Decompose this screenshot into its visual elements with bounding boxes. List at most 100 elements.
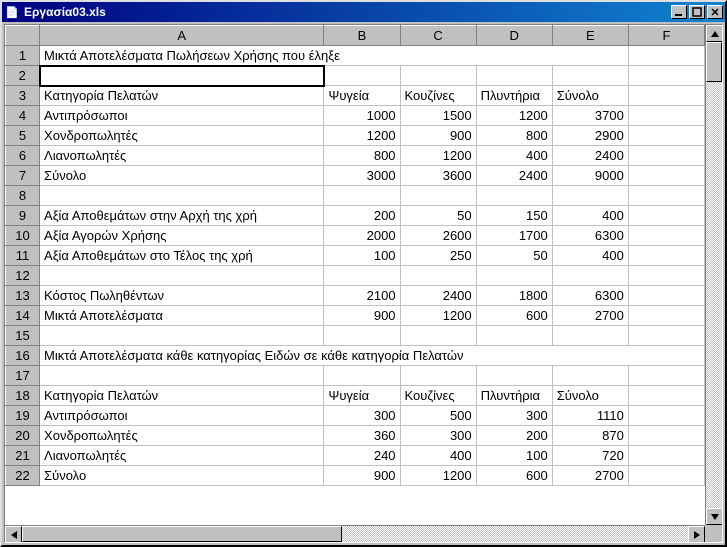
- cell-A7[interactable]: Σύνολο: [40, 166, 324, 186]
- cell-D2[interactable]: [476, 66, 552, 86]
- cell-A11[interactable]: Αξία Αποθεμάτων στο Τέλος της χρή: [40, 246, 324, 266]
- cell-D5[interactable]: 800: [476, 126, 552, 146]
- cell-C9[interactable]: 50: [400, 206, 476, 226]
- cell-C19[interactable]: 500: [400, 406, 476, 426]
- cell-B13[interactable]: 2100: [324, 286, 400, 306]
- cell-E20[interactable]: 870: [552, 426, 628, 446]
- scroll-v-thumb[interactable]: [706, 42, 722, 82]
- cell-A17[interactable]: [40, 366, 324, 386]
- row-header-18[interactable]: 18: [6, 386, 40, 406]
- cell-F14[interactable]: [628, 306, 704, 326]
- cell-B3[interactable]: Ψυγεία: [324, 86, 400, 106]
- cell-A18[interactable]: Κατηγορία Πελατών: [40, 386, 324, 406]
- cell-E19[interactable]: 1110: [552, 406, 628, 426]
- cell-A22[interactable]: Σύνολο: [40, 466, 324, 486]
- cell-B11[interactable]: 100: [324, 246, 400, 266]
- cell-A13[interactable]: Κόστος Πωληθέντων: [40, 286, 324, 306]
- minimize-button[interactable]: [671, 5, 687, 19]
- cell-D10[interactable]: 1700: [476, 226, 552, 246]
- cell-C10[interactable]: 2600: [400, 226, 476, 246]
- row-header-9[interactable]: 9: [6, 206, 40, 226]
- cell-B14[interactable]: 900: [324, 306, 400, 326]
- cell-C6[interactable]: 1200: [400, 146, 476, 166]
- col-header-A[interactable]: A: [40, 26, 324, 46]
- cell-C15[interactable]: [400, 326, 476, 346]
- cell-D6[interactable]: 400: [476, 146, 552, 166]
- cell-F6[interactable]: [628, 146, 704, 166]
- scroll-h-thumb[interactable]: [22, 526, 342, 542]
- cell-E13[interactable]: 6300: [552, 286, 628, 306]
- cell-E9[interactable]: 400: [552, 206, 628, 226]
- cell-C18[interactable]: Κουζίνες: [400, 386, 476, 406]
- row-header-5[interactable]: 5: [6, 126, 40, 146]
- horizontal-scrollbar[interactable]: [5, 525, 705, 542]
- vertical-scrollbar[interactable]: [705, 25, 722, 525]
- cell-F7[interactable]: [628, 166, 704, 186]
- cell-A1[interactable]: Μικτά Αποτελέσματα Πωλήσεων Χρήσης που έ…: [40, 46, 629, 66]
- cell-E2[interactable]: [552, 66, 628, 86]
- cell-E14[interactable]: 2700: [552, 306, 628, 326]
- row-header-13[interactable]: 13: [6, 286, 40, 306]
- cell-F12[interactable]: [628, 266, 704, 286]
- cell-D9[interactable]: 150: [476, 206, 552, 226]
- row-header-17[interactable]: 17: [6, 366, 40, 386]
- select-all-corner[interactable]: [6, 26, 40, 46]
- cell-B7[interactable]: 3000: [324, 166, 400, 186]
- cell-A5[interactable]: Χονδροπωλητές: [40, 126, 324, 146]
- scroll-v-track[interactable]: [706, 42, 722, 508]
- scroll-h-track[interactable]: [22, 526, 688, 542]
- cell-B9[interactable]: 200: [324, 206, 400, 226]
- row-header-3[interactable]: 3: [6, 86, 40, 106]
- cell-E3[interactable]: Σύνολο: [552, 86, 628, 106]
- scroll-down-button[interactable]: [706, 508, 723, 525]
- cell-F21[interactable]: [628, 446, 704, 466]
- cell-C4[interactable]: 1500: [400, 106, 476, 126]
- cell-C2[interactable]: [400, 66, 476, 86]
- cell-E10[interactable]: 6300: [552, 226, 628, 246]
- cell-C17[interactable]: [400, 366, 476, 386]
- row-header-1[interactable]: 1: [6, 46, 40, 66]
- cell-B21[interactable]: 240: [324, 446, 400, 466]
- cell-E12[interactable]: [552, 266, 628, 286]
- cell-E8[interactable]: [552, 186, 628, 206]
- col-header-D[interactable]: D: [476, 26, 552, 46]
- cell-A15[interactable]: [40, 326, 324, 346]
- cell-D19[interactable]: 300: [476, 406, 552, 426]
- cell-B10[interactable]: 2000: [324, 226, 400, 246]
- cell-B17[interactable]: [324, 366, 400, 386]
- cell-C3[interactable]: Κουζίνες: [400, 86, 476, 106]
- cell-B15[interactable]: [324, 326, 400, 346]
- cell-D20[interactable]: 200: [476, 426, 552, 446]
- cell-F1[interactable]: [628, 46, 704, 66]
- row-header-22[interactable]: 22: [6, 466, 40, 486]
- cell-F17[interactable]: [628, 366, 704, 386]
- row-header-19[interactable]: 19: [6, 406, 40, 426]
- cell-E18[interactable]: Σύνολο: [552, 386, 628, 406]
- row-header-21[interactable]: 21: [6, 446, 40, 466]
- cell-E21[interactable]: 720: [552, 446, 628, 466]
- scroll-up-button[interactable]: [706, 25, 723, 42]
- cell-D3[interactable]: Πλυντήρια: [476, 86, 552, 106]
- cell-E6[interactable]: 2400: [552, 146, 628, 166]
- cell-D18[interactable]: Πλυντήρια: [476, 386, 552, 406]
- cell-A9[interactable]: Αξία Αποθεμάτων στην Αρχή της χρή: [40, 206, 324, 226]
- cell-D14[interactable]: 600: [476, 306, 552, 326]
- cell-D8[interactable]: [476, 186, 552, 206]
- cell-D12[interactable]: [476, 266, 552, 286]
- cell-F13[interactable]: [628, 286, 704, 306]
- cell-D21[interactable]: 100: [476, 446, 552, 466]
- row-header-15[interactable]: 15: [6, 326, 40, 346]
- cell-F3[interactable]: [628, 86, 704, 106]
- cell-C21[interactable]: 400: [400, 446, 476, 466]
- row-header-11[interactable]: 11: [6, 246, 40, 266]
- cell-E4[interactable]: 3700: [552, 106, 628, 126]
- col-header-E[interactable]: E: [552, 26, 628, 46]
- row-header-20[interactable]: 20: [6, 426, 40, 446]
- row-header-8[interactable]: 8: [6, 186, 40, 206]
- cell-F10[interactable]: [628, 226, 704, 246]
- cell-D13[interactable]: 1800: [476, 286, 552, 306]
- cell-A12[interactable]: [40, 266, 324, 286]
- cell-F15[interactable]: [628, 326, 704, 346]
- cell-B6[interactable]: 800: [324, 146, 400, 166]
- cell-D15[interactable]: [476, 326, 552, 346]
